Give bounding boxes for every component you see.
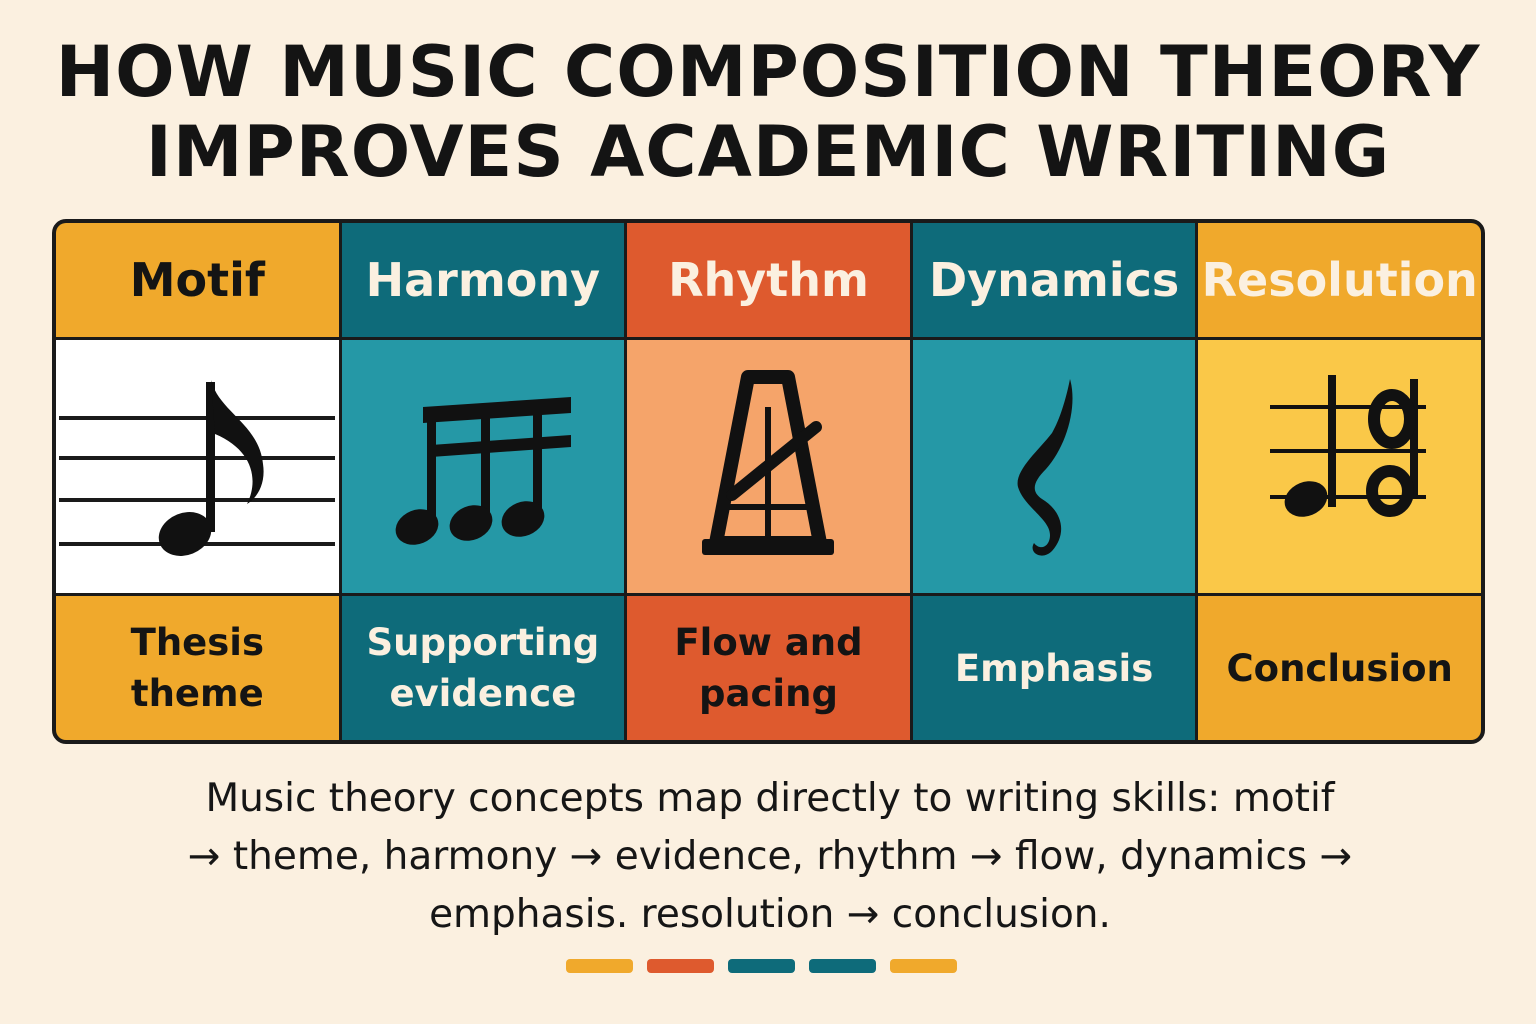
accent-dot	[566, 959, 633, 973]
accent-dots	[566, 959, 957, 973]
dynamic-mark-icon	[1017, 378, 1073, 556]
heading-resolution: Resolution	[1198, 223, 1481, 337]
title-line-1: HOW MUSIC COMPOSITION THEORY	[55, 31, 1481, 113]
resolution-icon-panel	[1198, 340, 1481, 593]
heading-dynamics: Dynamics	[912, 223, 1196, 337]
label-line: evidence	[389, 672, 577, 715]
label-line: theme	[130, 672, 264, 715]
harmony-icon-panel	[341, 340, 625, 593]
heading-motif: Motif	[56, 223, 339, 337]
caption-line-1: Music theory concepts map directly to wr…	[205, 776, 1335, 821]
label-line: pacing	[699, 672, 838, 715]
label-flow-and-pacing: Flow and pacing	[627, 596, 910, 740]
label-line: Thesis	[130, 621, 264, 664]
label-line: Supporting	[366, 621, 600, 664]
label-line: Flow and	[674, 621, 863, 664]
beamed-notes-icon	[395, 396, 571, 545]
heading-harmony: Harmony	[341, 223, 625, 337]
dynamics-icon-panel	[912, 340, 1196, 593]
label-supporting-evidence: Supporting evidence	[341, 596, 625, 740]
label-line: Emphasis	[954, 646, 1154, 690]
accent-dot	[647, 959, 714, 973]
label-emphasis: Emphasis	[912, 596, 1196, 740]
heading-rhythm: Rhythm	[627, 223, 910, 337]
metronome-icon	[702, 369, 835, 555]
concept-grid: Motif Harmony Rhythm Dynamics Resolution	[52, 219, 1485, 744]
label-thesis-theme: Thesis theme	[56, 596, 339, 740]
resolving-chord-icon	[1269, 374, 1426, 517]
motif-icon-panel	[56, 340, 339, 593]
caption-line-3: emphasis. resolution → conclusion.	[429, 892, 1111, 937]
accent-dot	[728, 959, 795, 973]
label-conclusion: Conclusion	[1198, 596, 1481, 740]
rhythm-icon-panel	[627, 340, 910, 593]
caption-line-2: → theme, harmony → evidence, rhythm → fl…	[187, 834, 1353, 879]
summary-caption: Music theory concepts map directly to wr…	[120, 770, 1420, 944]
accent-dot	[809, 959, 876, 973]
page-title: HOW MUSIC COMPOSITION THEORY IMPROVES AC…	[0, 32, 1536, 192]
label-line: Conclusion	[1226, 646, 1453, 690]
title-line-2: IMPROVES ACADEMIC WRITING	[145, 111, 1391, 193]
eighth-note-on-staff-icon	[59, 380, 336, 556]
accent-dot	[890, 959, 957, 973]
